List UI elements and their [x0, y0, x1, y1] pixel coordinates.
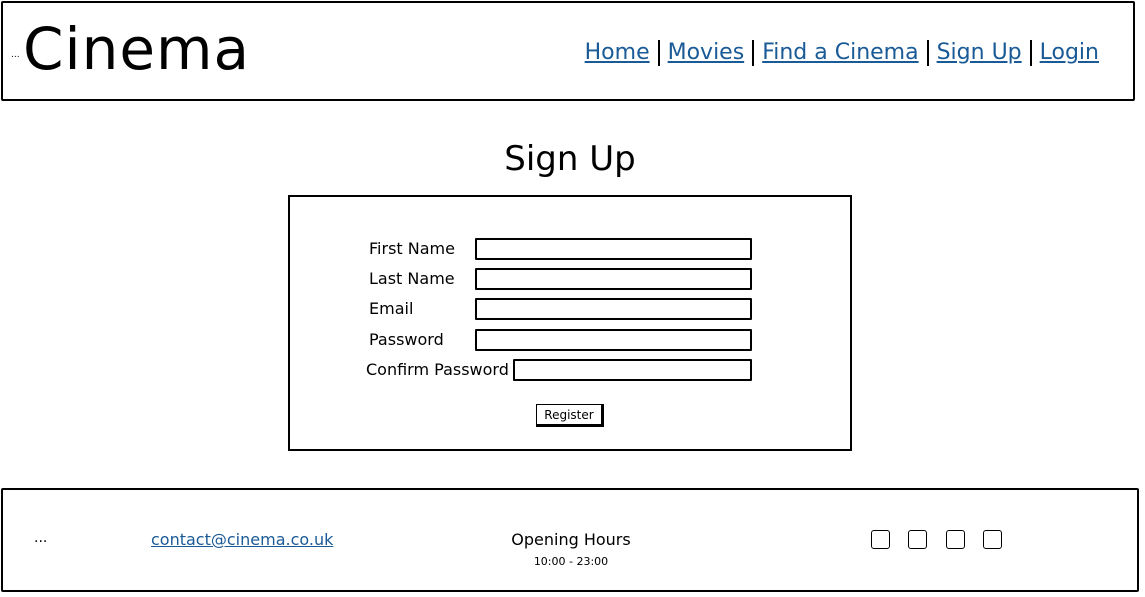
site-header: ... Cinema Home Movies Find a Cinema Sig…	[1, 1, 1135, 101]
nav-separator	[926, 40, 929, 66]
social-icon-4[interactable]	[983, 530, 1002, 549]
social-icon-2[interactable]	[908, 530, 927, 549]
confirm-password-label: Confirm Password	[366, 360, 509, 379]
nav-separator	[1029, 40, 1032, 66]
nav-sign-up-link[interactable]: Sign Up	[937, 39, 1022, 67]
email-label: Email	[369, 299, 414, 318]
main-nav: Home Movies Find a Cinema Sign Up Login	[585, 39, 1099, 67]
sign-up-form: First Name Last Name Email Password Conf…	[288, 195, 852, 451]
confirm-password-input[interactable]	[513, 359, 752, 381]
email-input[interactable]	[475, 298, 752, 320]
nav-separator	[752, 40, 755, 66]
last-name-input[interactable]	[475, 268, 752, 290]
page-title: Sign Up	[504, 139, 636, 179]
password-input[interactable]	[475, 329, 752, 351]
opening-hours-value: 10:00 - 23:00	[533, 555, 609, 568]
site-logo[interactable]: Cinema	[23, 13, 250, 85]
nav-find-cinema-link[interactable]: Find a Cinema	[762, 39, 918, 67]
first-name-input[interactable]	[475, 238, 752, 260]
site-footer: ... contact@cinema.co.uk Opening Hours 1…	[1, 488, 1139, 592]
nav-separator	[657, 40, 660, 66]
first-name-label: First Name	[369, 239, 455, 258]
social-icon-1[interactable]	[871, 530, 890, 549]
nav-home-link[interactable]: Home	[585, 39, 650, 67]
password-label: Password	[369, 330, 444, 349]
last-name-label: Last Name	[369, 269, 455, 288]
nav-login-link[interactable]: Login	[1040, 39, 1099, 67]
nav-movies-link[interactable]: Movies	[668, 39, 745, 67]
opening-hours-title: Opening Hours	[511, 530, 631, 549]
register-button[interactable]: Register	[536, 404, 604, 427]
logo-dots: ...	[11, 50, 20, 60]
footer-dots: ...	[34, 530, 48, 546]
contact-email-link[interactable]: contact@cinema.co.uk	[151, 530, 333, 550]
social-icon-3[interactable]	[946, 530, 965, 549]
